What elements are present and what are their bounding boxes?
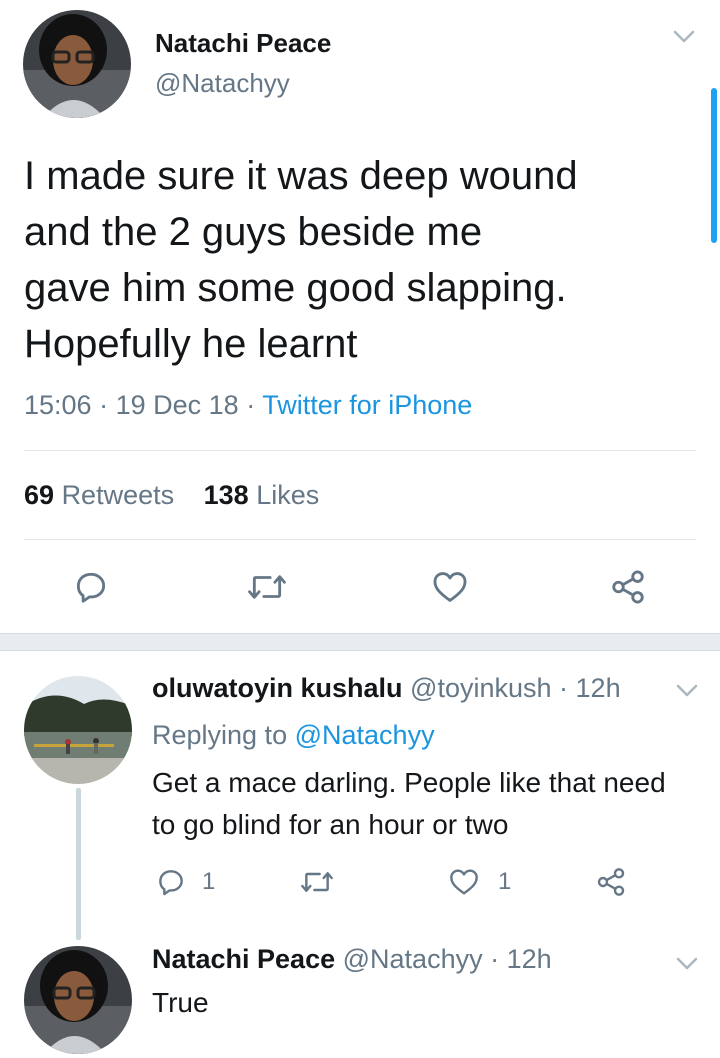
share-button[interactable] xyxy=(594,866,628,898)
replying-to-link[interactable]: @Natachyy xyxy=(295,720,435,750)
author-handle[interactable]: @Natachyy xyxy=(343,944,483,974)
avatar[interactable] xyxy=(24,946,132,1054)
author-handle[interactable]: @Natachyy xyxy=(155,68,290,99)
tweet-text: I made sure it was deep wound and the 2 … xyxy=(24,148,578,372)
retweets-stat[interactable]: 69 Retweets xyxy=(24,480,182,510)
reply-text: Get a mace darling. People like that nee… xyxy=(152,762,666,846)
section-separator xyxy=(0,633,720,651)
author-name[interactable]: oluwatoyin kushalu xyxy=(152,673,403,703)
divider xyxy=(24,539,696,540)
reply-time: · 12h xyxy=(490,944,552,974)
author-handle[interactable]: @toyinkush xyxy=(410,673,551,703)
reply-text-line: to go blind for an hour or two xyxy=(152,809,509,840)
tweet-text-line: I made sure it was deep wound xyxy=(24,154,578,198)
reply-header: Natachi Peace @Natachyy · 12h xyxy=(152,944,552,975)
tweet-stats: 69 Retweets 138 Likes xyxy=(24,480,319,511)
like-count: 1 xyxy=(498,868,512,895)
avatar[interactable] xyxy=(23,10,131,118)
tweet-text-line: gave him some good slapping. xyxy=(24,266,567,310)
like-button[interactable] xyxy=(430,568,470,606)
scrollbar[interactable] xyxy=(711,88,717,243)
like-icon xyxy=(433,572,467,602)
retweet-button[interactable] xyxy=(246,568,288,606)
reply-time: · 12h xyxy=(559,673,621,703)
like-button[interactable]: 1 xyxy=(446,866,511,898)
tweet-source-link[interactable]: Twitter for iPhone xyxy=(262,390,472,420)
chevron-down-icon[interactable] xyxy=(675,682,699,705)
tweet-text-line: Hopefully he learnt xyxy=(24,322,358,366)
chevron-down-icon[interactable] xyxy=(675,955,699,978)
tweet-text-line: and the 2 guys beside me xyxy=(24,210,483,254)
share-icon xyxy=(612,570,644,604)
likes-label: Likes xyxy=(256,480,320,510)
tweet-meta: 15:06 · 19 Dec 18 · Twitter for iPhone xyxy=(24,390,472,421)
reply-count: 1 xyxy=(202,868,216,895)
like-icon xyxy=(450,869,478,895)
reply-header: oluwatoyin kushalu @toyinkush · 12h xyxy=(152,673,621,704)
meta-separator: · xyxy=(99,390,109,420)
retweet-icon xyxy=(248,575,286,599)
retweets-label: Retweets xyxy=(61,480,175,510)
replying-to: Replying to @Natachyy xyxy=(152,720,435,751)
reply-text: True xyxy=(152,987,209,1018)
reply-button[interactable] xyxy=(72,568,110,606)
retweets-count: 69 xyxy=(24,480,55,510)
retweet-icon xyxy=(301,872,333,892)
divider xyxy=(24,450,696,451)
reply-icon xyxy=(159,870,183,896)
avatar[interactable] xyxy=(24,676,132,784)
retweet-button[interactable] xyxy=(298,866,336,898)
thread-line xyxy=(76,788,81,940)
reply-button[interactable]: 1 xyxy=(154,866,215,898)
reply-icon xyxy=(76,572,106,603)
author-name[interactable]: Natachi Peace xyxy=(155,28,331,59)
reply-text-line: Get a mace darling. People like that nee… xyxy=(152,767,666,798)
author-name[interactable]: Natachi Peace xyxy=(152,944,335,974)
chevron-down-icon[interactable] xyxy=(672,28,696,51)
tweet-time: 15:06 xyxy=(24,390,92,420)
replying-prefix: Replying to xyxy=(152,720,288,750)
likes-stat[interactable]: 138 Likes xyxy=(204,480,320,510)
share-icon xyxy=(597,868,625,896)
share-button[interactable] xyxy=(608,568,648,606)
tweet-date: 19 Dec 18 xyxy=(115,390,239,420)
meta-separator: · xyxy=(246,390,256,420)
likes-count: 138 xyxy=(203,480,249,510)
